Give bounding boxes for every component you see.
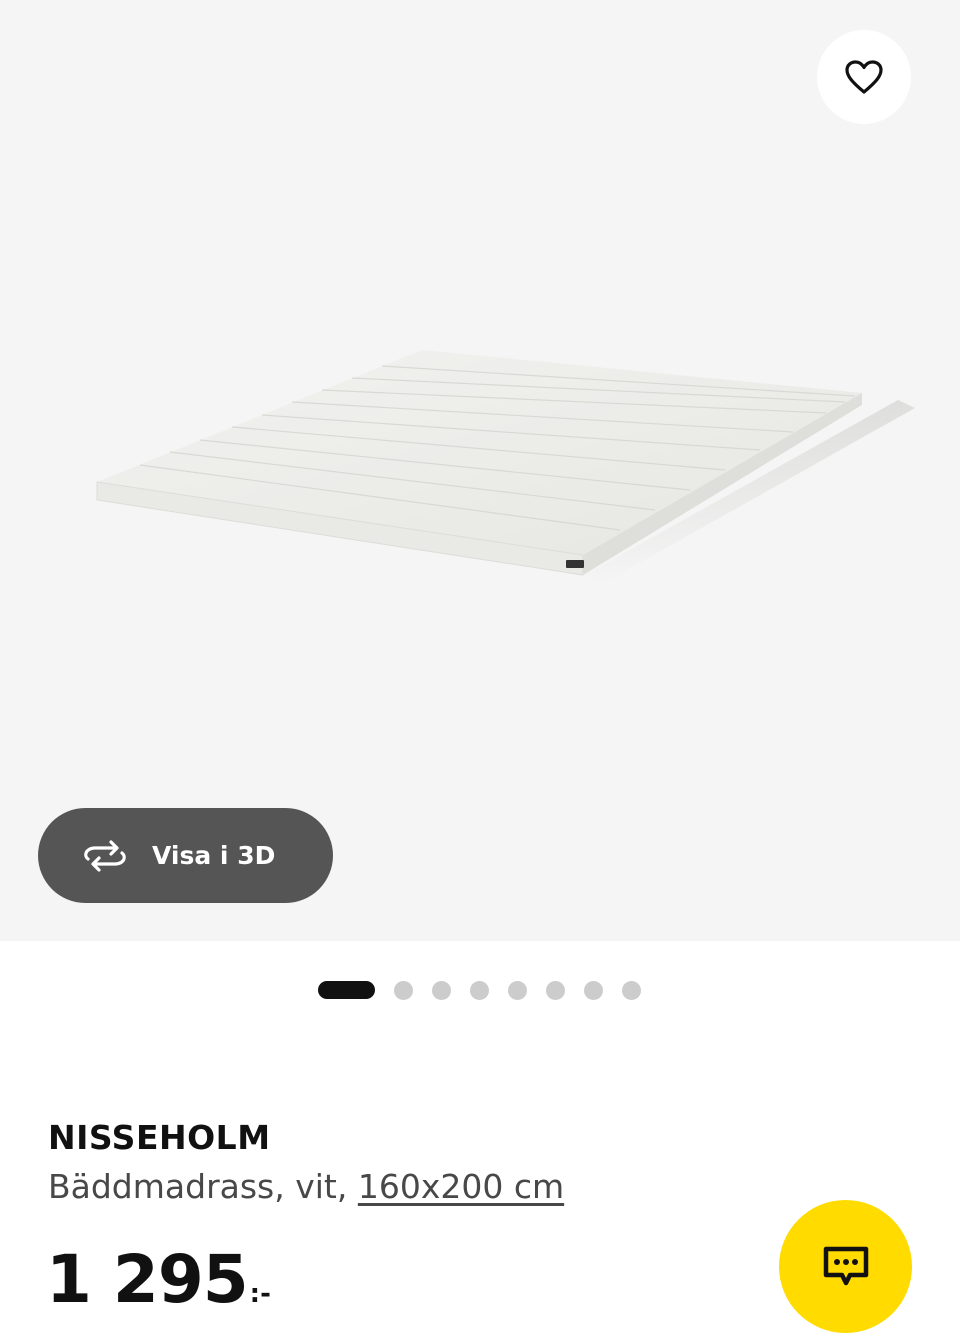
pagination-dot-active[interactable] <box>318 981 375 999</box>
product-name: NISSEHOLM <box>48 1118 271 1157</box>
price-suffix: :- <box>249 1279 271 1309</box>
product-description-text: Bäddmadrass, vit, <box>48 1167 358 1206</box>
pagination-dot[interactable] <box>546 980 565 1000</box>
product-image <box>96 350 915 585</box>
rotate-3d-icon <box>80 839 130 873</box>
product-description: Bäddmadrass, vit, 160x200 cm <box>48 1166 564 1208</box>
chat-bubble-icon <box>823 1246 868 1285</box>
image-pagination[interactable] <box>318 980 641 1000</box>
favorite-button[interactable] <box>817 30 911 124</box>
view-3d-label: Visa i 3D <box>152 841 276 870</box>
price-amount: 1 295 <box>46 1241 249 1318</box>
pagination-dot[interactable] <box>432 980 451 1000</box>
product-size-link[interactable]: 160x200 cm <box>358 1167 564 1206</box>
pagination-dot[interactable] <box>584 980 603 1000</box>
pagination-dot[interactable] <box>508 980 527 1000</box>
heart-icon <box>845 60 883 94</box>
pagination-dot[interactable] <box>470 980 489 1000</box>
product-price: 1 295 :- <box>46 1240 271 1320</box>
view-3d-button[interactable]: Visa i 3D <box>38 808 333 903</box>
product-gallery[interactable]: Visa i 3D <box>0 0 960 941</box>
chat-button[interactable] <box>779 1200 912 1333</box>
pagination-dot[interactable] <box>622 980 641 1000</box>
pagination-dot[interactable] <box>394 980 413 1000</box>
